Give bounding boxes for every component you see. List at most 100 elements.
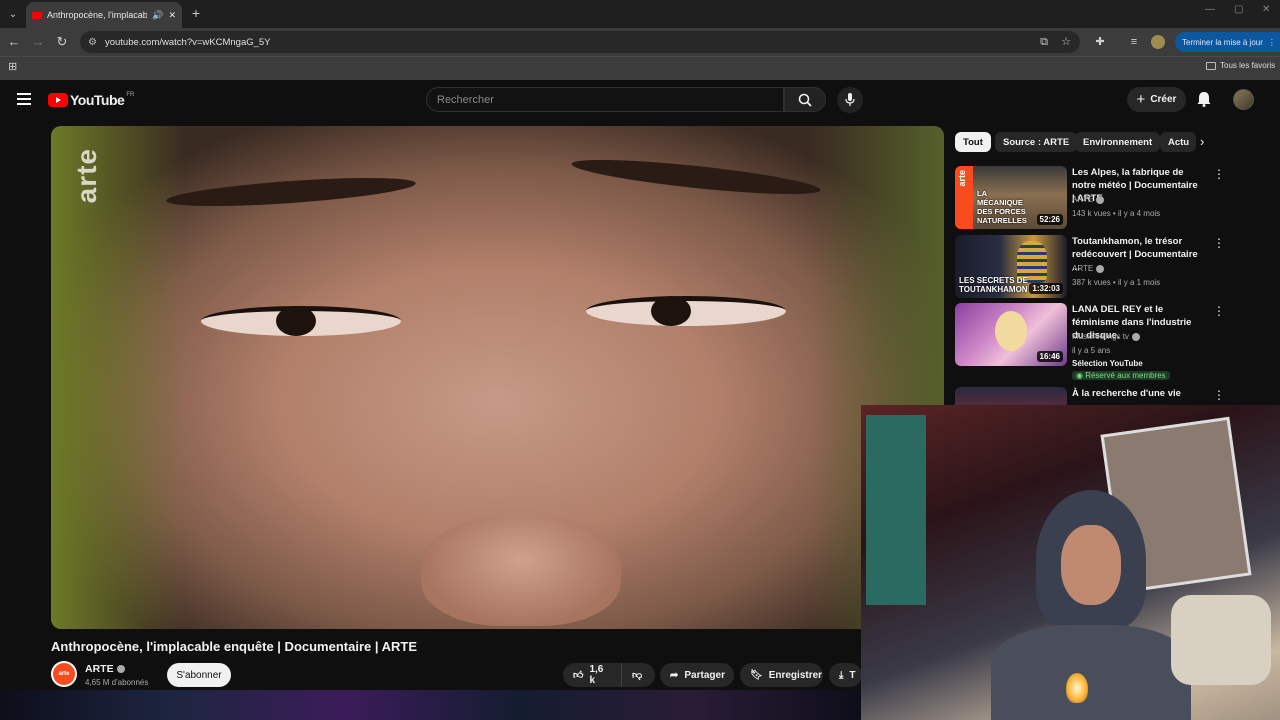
account-avatar[interactable] [1233,89,1254,110]
maximize-icon[interactable]: ▢ [1234,4,1243,15]
logo-text: YouTube [70,92,125,108]
forward-icon[interactable]: → [30,34,46,50]
bookmarks-bar [0,56,1280,80]
more-menu-icon[interactable]: ⋮ [1268,38,1276,47]
site-info-icon[interactable]: ⚙ [88,37,97,48]
search-input[interactable]: Rechercher [426,87,784,112]
new-tab-icon[interactable]: + [188,5,204,21]
voice-search-button[interactable] [837,87,863,113]
channel-label: Musicfeelings tv [1072,332,1129,341]
reload-icon[interactable]: ↻ [54,34,70,50]
video-thumbnail[interactable] [955,387,1067,405]
video-thumbnail[interactable]: arte LA MÉCANIQUE DES FORCES NATURELLES … [955,166,1067,229]
video-thumbnail[interactable]: LES SECRETS DE TOUTANKHAMON 1:32:03 [955,235,1067,298]
video-title: Anthropocène, l'implacable enquête | Doc… [51,639,418,654]
thumbnail-text: LES SECRETS DE TOUTANKHAMON [959,276,1028,294]
back-icon[interactable]: ← [6,34,22,50]
more-actions-icon[interactable]: ⋮ [1213,168,1225,180]
address-bar[interactable]: ⚙ youtube.com/watch?v=wKCMngaG_5Y [80,31,1080,53]
apps-grid-icon[interactable]: ⊞ [8,60,17,73]
profile-icon[interactable] [1151,35,1165,49]
save-label: Enregistrer [768,669,823,681]
create-label: Créer [1150,94,1177,105]
chip-environment[interactable]: Environnement [1075,132,1161,152]
minimize-icon[interactable]: — [1205,4,1215,15]
channel-avatar[interactable]: arte [51,661,77,687]
search-button[interactable] [784,87,826,112]
download-label: T [849,669,856,681]
create-button[interactable]: + Créer [1127,87,1186,112]
verified-icon [1131,332,1140,341]
download-icon: ⤓ [839,669,844,681]
url-text: youtube.com/watch?v=wKCMngaG_5Y [104,36,271,48]
verified-icon [1096,195,1105,204]
verified-icon [1096,264,1105,273]
recommendation-channel[interactable]: ARTE [1072,195,1105,204]
more-actions-icon[interactable]: ⋮ [1213,237,1225,249]
plus-icon: + [1136,91,1146,108]
video-frame-detail [651,296,691,326]
youtube-selection-badge: Sélection YouTube [1072,359,1143,368]
more-actions-icon[interactable]: ⋮ [1213,389,1225,401]
youtube-logo[interactable]: YouTube FR [48,92,134,108]
notifications-button[interactable] [1197,91,1211,112]
chip-all[interactable]: Tout [955,132,991,152]
thumbnail-brand: arte [957,170,967,187]
reading-list-icon[interactable]: ≡ [1126,34,1142,50]
members-only-label: Réservé aux membres [1085,371,1166,380]
download-button[interactable]: ⤓ T [829,663,862,687]
recommendation-channel[interactable]: Musicfeelings tv [1072,332,1140,341]
save-button[interactable]: 🔖︎ Enregistrer [740,663,823,687]
bell-icon [1197,92,1211,107]
subscribe-button[interactable]: S'abonner [167,663,231,687]
thumbnail-text: LA MÉCANIQUE DES FORCES NATURELLES [977,189,1027,225]
microphone-icon [845,93,855,106]
members-icon: ◉ [1076,371,1086,380]
update-button[interactable]: Terminer la mise à jour ⋮ [1175,32,1280,52]
channel-label: ARTE [1072,195,1094,204]
webcam-overlay [861,405,1280,720]
share-label: Partager [684,669,725,681]
menu-icon[interactable] [17,93,31,105]
update-label: Terminer la mise à jour [1182,37,1263,47]
youtube-favicon-icon [32,11,42,19]
recommendation-channel[interactable]: ARTE [1072,264,1105,273]
bookmark-star-icon[interactable]: ☆ [1058,34,1074,50]
recommendation-item[interactable]: LES SECRETS DE TOUTANKHAMON 1:32:03 Tout… [955,235,1275,299]
all-bookmarks-label: Tous les favoris [1220,61,1276,70]
all-bookmarks-folder[interactable]: Tous les favoris [1206,61,1275,70]
chevron-right-icon[interactable]: › [1200,134,1204,149]
search-placeholder: Rechercher [437,93,494,106]
video-player[interactable]: arte [51,126,944,629]
chip-source-arte[interactable]: Source : ARTE [995,132,1078,152]
video-thumbnail[interactable]: 16:46 [955,303,1067,366]
video-duration: 16:46 [1036,351,1063,362]
thumbs-down-icon: 👎︎ [632,670,643,681]
recommendation-item[interactable]: 16:46 LANA DEL REY et le féminisme dans … [955,303,1275,383]
subscriber-count: 4,65 M d'abonnés [85,678,149,687]
install-app-icon[interactable]: ⧉ [1036,34,1052,50]
recommendation-meta: il y a 5 ans [1072,346,1111,355]
video-frame-detail [276,306,316,336]
recommendation-item[interactable]: arte LA MÉCANIQUE DES FORCES NATURELLES … [955,166,1275,230]
browser-tab[interactable]: Anthropocène, l'implacable 🔊 ✕ [26,2,182,28]
speaker-icon[interactable]: 🔊 [152,10,163,21]
channel-name[interactable]: ARTE [85,663,125,675]
tab-search-icon[interactable]: ⌄ [4,5,22,23]
arte-watermark: arte [71,148,102,204]
search-icon [798,93,812,107]
close-window-icon[interactable]: ✕ [1262,4,1270,15]
chip-news[interactable]: Actu [1160,132,1196,152]
close-tab-icon[interactable]: ✕ [168,10,176,21]
recommendation-title[interactable]: À la recherche d'une vie [1072,387,1202,400]
more-actions-icon[interactable]: ⋮ [1213,305,1225,317]
recommendation-item[interactable]: À la recherche d'une vie ⋮ [955,387,1275,405]
dislike-button[interactable]: 👎︎ [621,663,655,687]
extensions-icon[interactable]: ✚ [1092,34,1108,50]
video-frame-detail [421,516,621,626]
members-only-badge: ◉ Réservé aux membres [1072,371,1170,380]
comments-preview-strip [0,690,862,720]
like-button[interactable]: 👍︎ 1,6 k [563,663,621,687]
share-button[interactable]: ➦ Partager [660,663,734,687]
logo-region: FR [126,92,135,98]
